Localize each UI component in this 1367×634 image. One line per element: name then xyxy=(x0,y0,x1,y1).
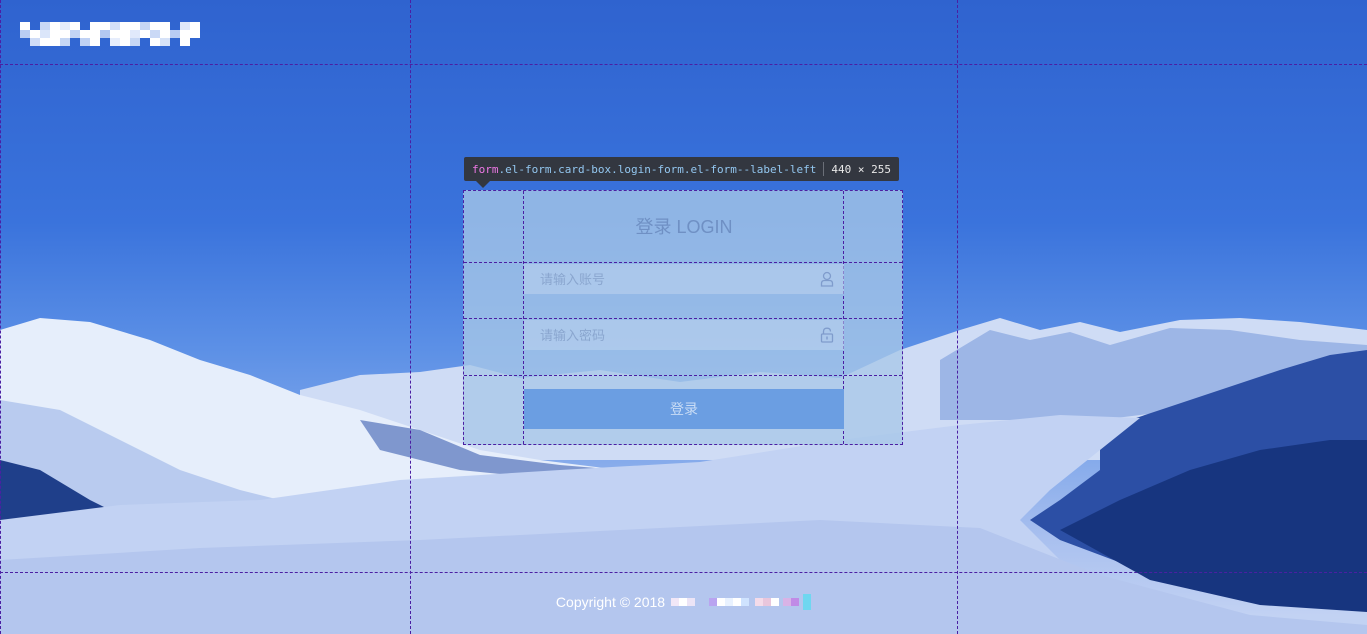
tooltip-size: 440 × 255 xyxy=(831,162,891,176)
guide-line-vertical-left-edge xyxy=(0,0,1,634)
user-icon xyxy=(820,271,834,287)
login-button[interactable]: 登录 xyxy=(524,389,844,429)
tooltip-classes: .el-form.card-box.login-form.el-form--la… xyxy=(498,162,817,176)
guide-line-horizontal-top xyxy=(0,64,1367,65)
password-input[interactable] xyxy=(524,320,844,350)
guide-line-card-row1 xyxy=(464,262,902,263)
tooltip-arrow xyxy=(476,181,490,188)
site-logo xyxy=(20,22,200,48)
tooltip-separator xyxy=(823,162,825,176)
footer: Copyright © 2018 xyxy=(0,594,1367,610)
guide-line-card-row3 xyxy=(464,375,902,376)
redacted-company-name xyxy=(671,594,812,610)
tooltip-tag: form xyxy=(472,162,499,176)
devtools-element-tooltip: form .el-form.card-box.login-form.el-for… xyxy=(464,157,899,181)
lock-icon xyxy=(820,327,834,343)
guide-line-horizontal-bottom xyxy=(0,572,1367,573)
guide-line-vertical-right xyxy=(957,0,958,634)
guide-line-vertical-left xyxy=(410,0,411,634)
login-title: 登录 LOGIN xyxy=(635,217,733,237)
username-input[interactable] xyxy=(524,264,844,294)
guide-line-card-row2 xyxy=(464,318,902,319)
password-field xyxy=(524,320,844,350)
username-field xyxy=(524,264,844,294)
copyright-text: Copyright © 2018 xyxy=(555,594,666,610)
login-form: 登录 LOGIN 登录 xyxy=(463,190,903,445)
